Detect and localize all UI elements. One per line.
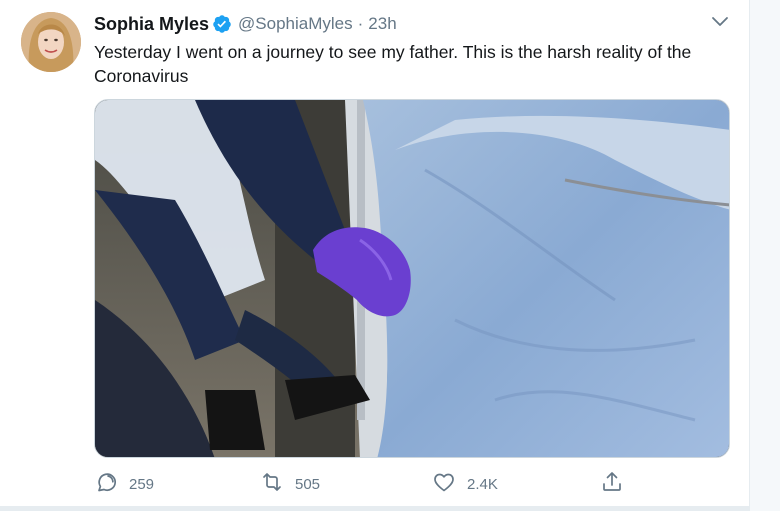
reply-count: 259 bbox=[129, 475, 155, 493]
like-count: 2.4K bbox=[467, 475, 498, 493]
page-background-gutter bbox=[750, 0, 780, 511]
tweet-actions: 259 505 2.4K bbox=[94, 470, 634, 498]
heart-icon bbox=[432, 470, 456, 498]
tweet-header: Sophia Myles @SophiaMyles · 23h bbox=[94, 13, 397, 35]
verified-badge-icon bbox=[212, 14, 232, 34]
display-name[interactable]: Sophia Myles bbox=[94, 14, 209, 35]
reply-icon bbox=[94, 470, 118, 498]
tweet-card[interactable]: Sophia Myles @SophiaMyles · 23h Yesterda… bbox=[0, 0, 750, 511]
retweet-button[interactable]: 505 bbox=[260, 470, 320, 498]
divider bbox=[0, 506, 750, 511]
chevron-down-icon[interactable] bbox=[708, 12, 732, 32]
like-button[interactable]: 2.4K bbox=[432, 470, 498, 498]
tweet-text: Yesterday I went on a journey to see my … bbox=[94, 42, 692, 86]
share-icon bbox=[600, 470, 624, 498]
tweet-photo[interactable] bbox=[94, 99, 730, 458]
share-button[interactable] bbox=[600, 470, 624, 498]
hospital-bed-photo bbox=[95, 100, 729, 457]
avatar-image bbox=[21, 12, 81, 72]
separator-dot: · bbox=[357, 14, 364, 33]
timestamp[interactable]: 23h bbox=[368, 14, 396, 34]
retweet-icon bbox=[260, 470, 284, 498]
avatar[interactable] bbox=[21, 12, 81, 72]
reply-button[interactable]: 259 bbox=[94, 470, 154, 498]
user-handle[interactable]: @SophiaMyles bbox=[238, 14, 353, 34]
retweet-count: 505 bbox=[295, 475, 321, 493]
